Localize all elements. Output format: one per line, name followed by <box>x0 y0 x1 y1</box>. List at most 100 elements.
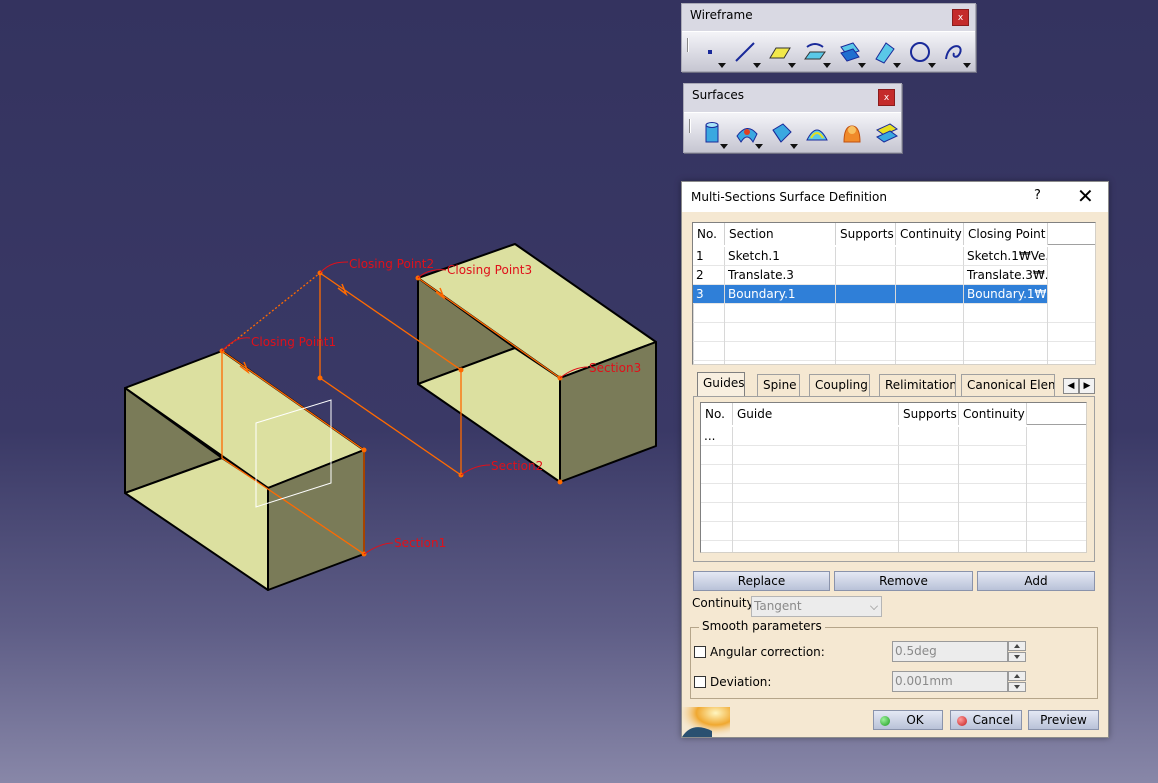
surfaces-toolbar-body <box>684 112 901 152</box>
ok-button[interactable]: OK <box>873 710 943 730</box>
table-row[interactable]: 2 Translate.3 Translate.3₩... <box>693 266 1048 285</box>
surfaces-toolbar-close-button[interactable]: x <box>878 89 895 106</box>
angular-correction-checkbox[interactable] <box>694 646 706 658</box>
red-dot-icon <box>957 716 967 726</box>
continuity-label: Continuity: <box>692 596 757 610</box>
label-section-3: Section3 <box>589 361 641 375</box>
fill-icon <box>772 123 792 143</box>
wireframe-toolbar[interactable]: Wireframe x <box>681 3 976 72</box>
tab-canonical-elements[interactable]: Canonical Eleme <box>961 374 1055 396</box>
sweep-tool-button[interactable] <box>731 117 763 149</box>
guides-table-header: No. Guide Supports Continuity <box>701 403 1086 425</box>
tab-coupling[interactable]: Coupling <box>809 374 870 396</box>
blend-icon <box>843 125 861 143</box>
cell-section: Translate.3 <box>725 266 836 285</box>
tab-scroll-right-button[interactable]: ▶ <box>1079 378 1095 394</box>
empty-rows <box>701 446 1086 552</box>
cell-closing-point[interactable]: Translate.3₩... <box>964 266 1048 285</box>
column-header-guide[interactable]: Guide <box>733 403 899 425</box>
chevron-down-icon <box>870 602 878 610</box>
multi-sections-icon <box>806 129 828 141</box>
table-row-selected[interactable]: 3 Boundary.1 Boundary.1₩... <box>693 285 1048 304</box>
wireframe-toolbar-body <box>682 31 975 71</box>
continuity-select-value: Tangent <box>754 599 802 613</box>
column-header-supports[interactable]: Supports <box>836 223 896 245</box>
multi-sections-tool-button[interactable] <box>801 117 833 149</box>
dialog-titlebar[interactable]: Multi-Sections Surface Definition ? ✕ <box>682 182 1108 212</box>
deviation-stepper[interactable] <box>1008 671 1026 692</box>
spin-up-icon[interactable] <box>1008 641 1026 651</box>
plane-tool-button[interactable] <box>764 36 796 68</box>
projection-tool-button[interactable] <box>799 36 831 68</box>
fill-tool-button[interactable] <box>766 117 798 149</box>
angular-correction-stepper[interactable] <box>1008 641 1026 662</box>
surfaces-toolbar[interactable]: Surfaces x <box>683 83 902 153</box>
sweep-icon <box>736 128 758 144</box>
cell-guide <box>733 427 899 446</box>
box-left[interactable] <box>124 350 365 591</box>
column-header-continuity[interactable]: Continuity <box>959 403 1027 425</box>
tab-scroll-left-button[interactable]: ◀ <box>1063 378 1079 394</box>
dialog-title: Multi-Sections Surface Definition <box>691 190 887 204</box>
table-row[interactable]: 1 Sketch.1 Sketch.1₩Ve... <box>693 247 1048 266</box>
offset-icon <box>840 42 860 62</box>
column-header-closing-point[interactable]: Closing Point <box>964 223 1048 245</box>
wireframe-toolbar-close-button[interactable]: x <box>952 9 969 26</box>
sections-table-header: No. Section Supports Continuity Closing … <box>693 223 1095 245</box>
add-button[interactable]: Add <box>977 571 1095 591</box>
replace-button[interactable]: Replace <box>693 571 830 591</box>
remove-button[interactable]: Remove <box>834 571 973 591</box>
grip-handle[interactable] <box>687 38 689 52</box>
cell-supports <box>836 285 896 304</box>
projection-icon <box>804 43 826 60</box>
column-header-section[interactable]: Section <box>725 223 836 245</box>
circle-tool-button[interactable] <box>904 36 936 68</box>
column-header-no[interactable]: No. <box>693 223 725 245</box>
continuity-select[interactable]: Tangent <box>751 596 882 617</box>
offset-surface-icon <box>876 123 898 143</box>
cell-continuity <box>896 285 964 304</box>
wireframe-toolbar-title: Wireframe <box>690 8 753 22</box>
sections-table[interactable]: No. Section Supports Continuity Closing … <box>692 222 1096 365</box>
tab-spine[interactable]: Spine <box>757 374 800 396</box>
label-section-1: Section1 <box>394 536 446 550</box>
cell-supports <box>836 247 896 266</box>
guides-table[interactable]: No. Guide Supports Continuity ... <box>700 402 1087 553</box>
tab-relimitation[interactable]: Relimitation <box>879 374 956 396</box>
deviation-field[interactable]: 0.001mm <box>892 671 1008 692</box>
line-icon <box>735 42 755 62</box>
cancel-label: Cancel <box>972 713 1014 727</box>
cancel-button[interactable]: Cancel <box>950 710 1022 730</box>
direction-arrows <box>239 283 446 375</box>
cell-no: 1 <box>693 247 725 266</box>
deviation-checkbox[interactable] <box>694 676 706 688</box>
cell-closing-point[interactable]: Sketch.1₩Ve... <box>964 247 1048 266</box>
close-button[interactable]: ✕ <box>1077 184 1094 208</box>
grip-handle[interactable] <box>689 119 691 133</box>
line-tool-button[interactable] <box>729 36 761 68</box>
spin-down-icon[interactable] <box>1008 682 1026 692</box>
spin-down-icon[interactable] <box>1008 652 1026 662</box>
blend-tool-button[interactable] <box>836 117 868 149</box>
help-button[interactable]: ? <box>1034 188 1041 203</box>
offset-surface-tool-button[interactable] <box>871 117 903 149</box>
cell-closing-point[interactable]: Boundary.1₩... <box>964 285 1048 304</box>
column-header-supports[interactable]: Supports <box>899 403 959 425</box>
table-row[interactable]: ... <box>701 427 1027 446</box>
label-closing-point-2: Closing Point2 <box>349 257 434 271</box>
spline-tool-button[interactable] <box>939 36 971 68</box>
column-header-continuity[interactable]: Continuity <box>896 223 964 245</box>
offset-tool-button[interactable] <box>834 36 866 68</box>
label-closing-point-1: Closing Point1 <box>251 335 336 349</box>
spin-up-icon[interactable] <box>1008 671 1026 681</box>
angular-correction-field[interactable]: 0.5deg <box>892 641 1008 662</box>
point-tool-button[interactable] <box>694 36 726 68</box>
curve-tool-button[interactable] <box>869 36 901 68</box>
catia-logo-icon <box>682 707 730 737</box>
cell-continuity <box>896 266 964 285</box>
tab-guides[interactable]: Guides <box>697 372 745 396</box>
preview-button[interactable]: Preview <box>1028 710 1099 730</box>
column-header-no[interactable]: No. <box>701 403 733 425</box>
extrude-icon <box>705 122 719 143</box>
extrude-tool-button[interactable] <box>696 117 728 149</box>
